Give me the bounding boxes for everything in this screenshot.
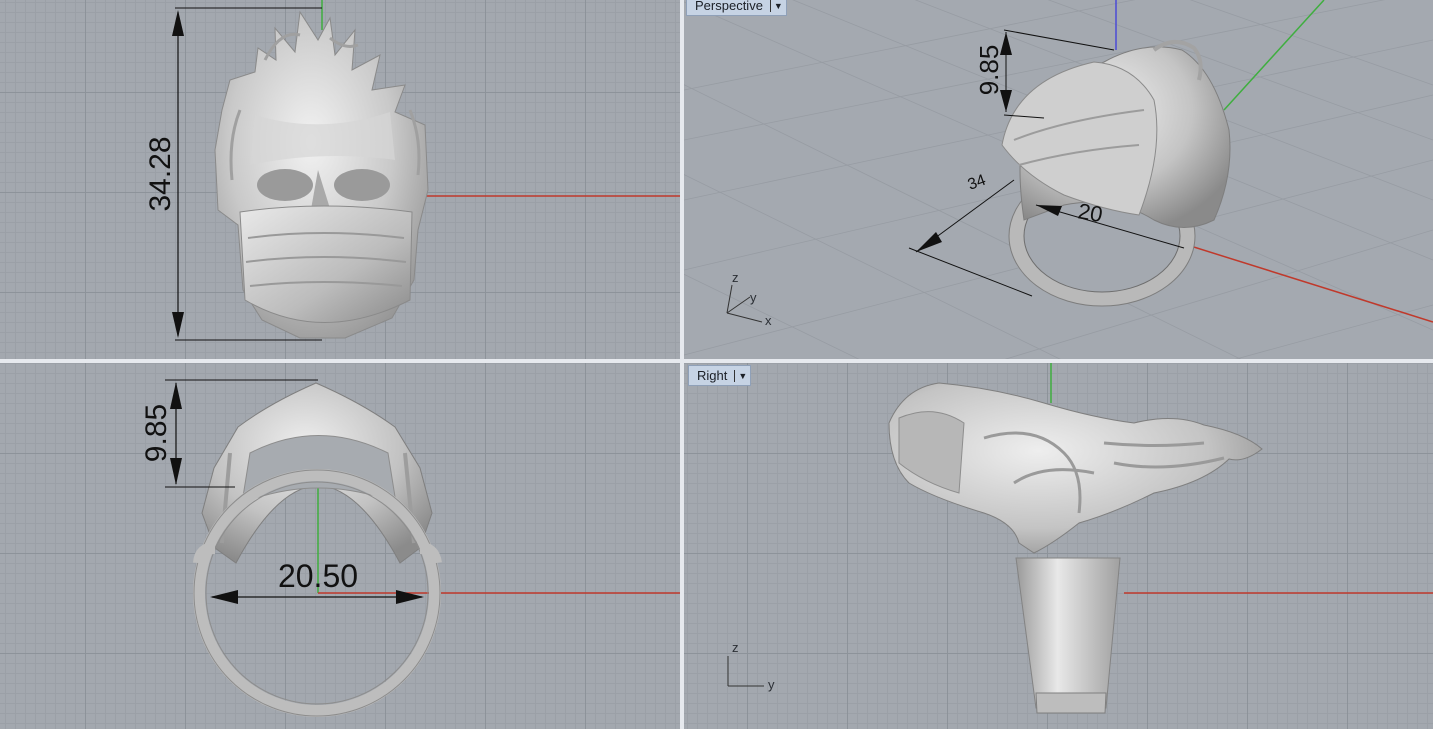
viewport-top[interactable]: 34.28 bbox=[0, 0, 680, 359]
svg-text:y: y bbox=[750, 290, 757, 305]
axis-widget-perspective: z y x bbox=[726, 270, 772, 328]
viewport-front[interactable]: 9.85 20.50 bbox=[0, 363, 680, 729]
dimension-text-9-85-front: 9.85 bbox=[140, 404, 173, 462]
viewport-perspective[interactable]: 9.85 34 20 z y x bbox=[684, 0, 1433, 359]
viewport-divider-vertical[interactable] bbox=[680, 0, 684, 729]
viewport-label-right[interactable]: Right ▼ bbox=[688, 365, 752, 386]
dropdown-arrow-icon[interactable]: ▼ bbox=[734, 369, 747, 382]
dimension-text-9-85: 9.85 bbox=[974, 45, 1004, 96]
ring-perspective-view bbox=[1001, 40, 1231, 307]
svg-text:x: x bbox=[765, 313, 772, 328]
viewport-label-text: Right bbox=[697, 368, 728, 383]
viewport-right[interactable]: z y bbox=[684, 363, 1433, 729]
rhino-four-viewport-layout: 34.28 9.85 34 20 z y x 9.85 20.50 z y Pe… bbox=[0, 0, 1433, 729]
ring-head-top-view bbox=[214, 10, 429, 339]
viewport-divider-horizontal[interactable] bbox=[0, 359, 1433, 363]
dimension-text-20-50: 20.50 bbox=[278, 558, 358, 594]
dropdown-arrow-icon[interactable]: ▼ bbox=[769, 0, 783, 12]
svg-text:z: z bbox=[732, 270, 739, 285]
svg-text:y: y bbox=[768, 677, 775, 692]
dimension-width-front: 20.50 bbox=[210, 558, 424, 604]
ring-front-view bbox=[193, 382, 442, 717]
ring-right-view bbox=[888, 382, 1263, 714]
axis-widget-right: z y bbox=[727, 640, 775, 692]
viewport-label-text: Perspective bbox=[695, 0, 763, 13]
svg-text:z: z bbox=[732, 640, 739, 655]
dimension-text-partial-20: 20 bbox=[1076, 198, 1104, 227]
viewport-label-perspective[interactable]: Perspective ▼ bbox=[686, 0, 787, 16]
dimension-text-partial-34: 34 bbox=[966, 172, 989, 194]
dimension-text-34-28: 34.28 bbox=[144, 136, 177, 211]
